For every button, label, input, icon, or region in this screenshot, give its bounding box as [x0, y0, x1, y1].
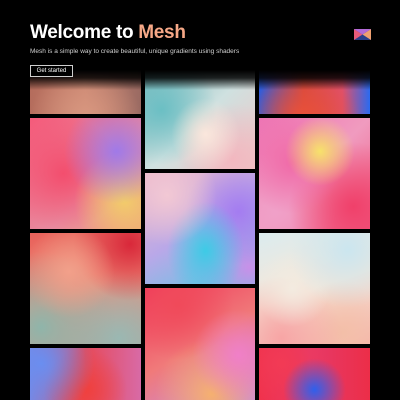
gradient-tile-2[interactable]: [30, 118, 141, 229]
page-subtitle: Mesh is a simple way to create beautiful…: [30, 48, 240, 55]
gradient-tile-11[interactable]: [259, 233, 370, 344]
gradient-tile-4[interactable]: [30, 348, 141, 400]
title-accent: Mesh: [138, 22, 186, 43]
gradient-tile-8[interactable]: [145, 288, 255, 400]
mesh-logo-icon[interactable]: [354, 29, 371, 40]
page-title: Welcome to Mesh: [30, 22, 186, 44]
gradient-tile-13[interactable]: [145, 173, 255, 284]
hero-header: Welcome to Mesh Mesh is a simple way to …: [0, 0, 400, 90]
gradient-tile-12[interactable]: [259, 348, 370, 400]
title-prefix: Welcome to: [30, 22, 139, 43]
get-started-button[interactable]: Get started: [30, 65, 73, 77]
gradient-tile-10[interactable]: [259, 118, 370, 229]
gradient-tile-3[interactable]: [30, 233, 141, 344]
